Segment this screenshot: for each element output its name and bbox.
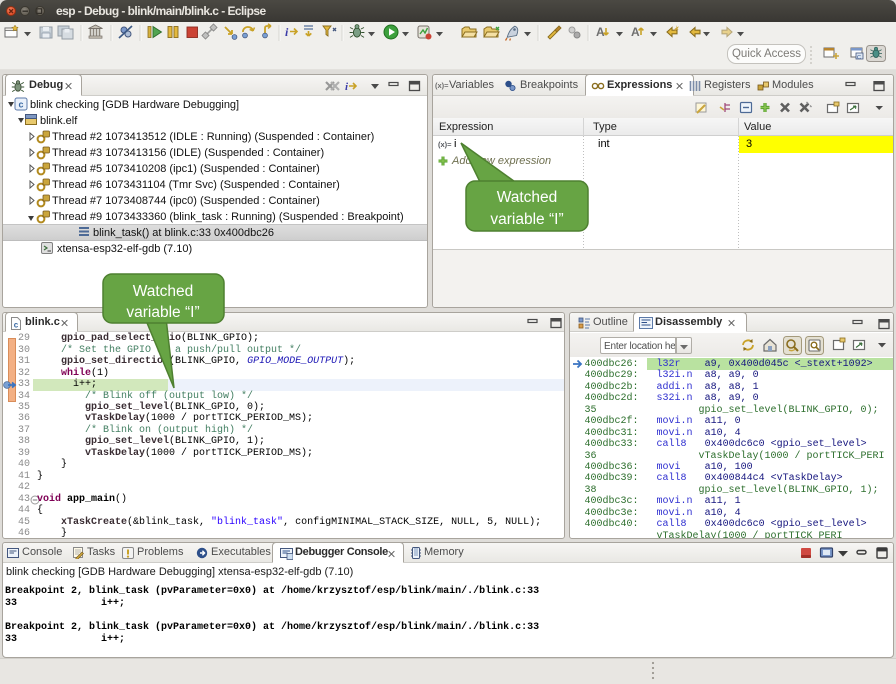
svg-text:variable “I”: variable “I” — [490, 211, 563, 228]
svg-text:variable “I”: variable “I” — [126, 304, 199, 321]
svg-text:Watched: Watched — [133, 283, 194, 300]
svg-text:Watched: Watched — [497, 189, 558, 206]
